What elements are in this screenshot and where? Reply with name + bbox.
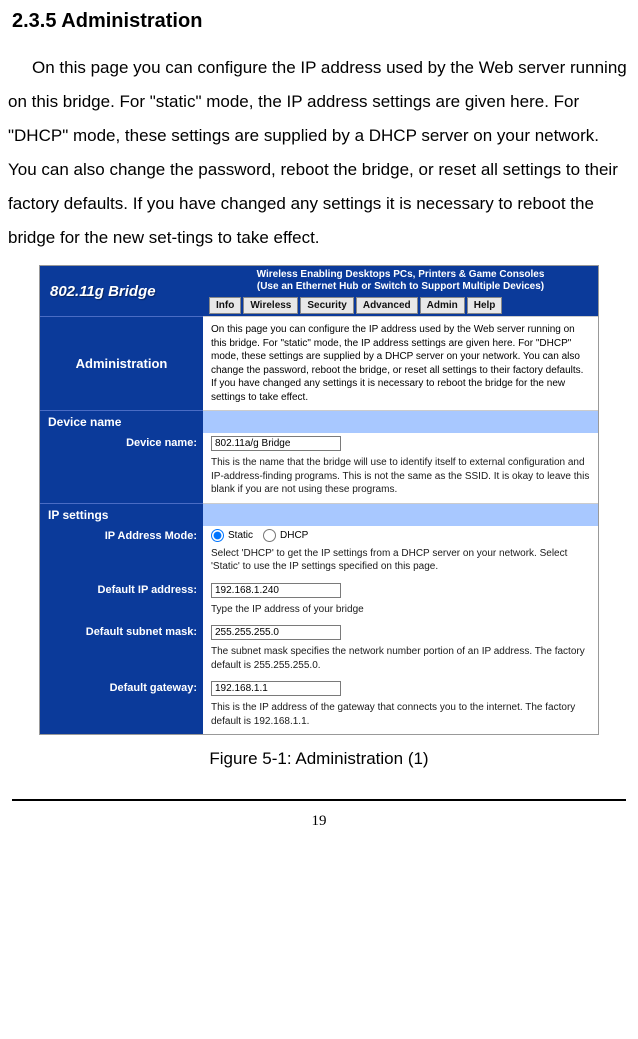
ip-mode-static-label: Static xyxy=(228,530,253,541)
subnet-help: The subnet mask specifies the network nu… xyxy=(203,643,598,678)
tab-info[interactable]: Info xyxy=(209,297,241,314)
ip-addr-label: Default IP address: xyxy=(40,580,203,601)
device-name-input[interactable] xyxy=(211,436,341,451)
tab-advanced[interactable]: Advanced xyxy=(356,297,418,314)
section-heading: 2.3.5 Administration xyxy=(12,10,626,33)
gateway-input[interactable] xyxy=(211,681,341,696)
ip-mode-static-radio[interactable] xyxy=(211,529,224,542)
device-name-help: This is the name that the bridge will us… xyxy=(203,454,598,503)
figure-screenshot: 802.11g Bridge Wireless Enabling Desktop… xyxy=(39,265,599,769)
group-device-name: Device name xyxy=(40,410,203,433)
footer-divider xyxy=(12,799,626,801)
page-title: Administration xyxy=(40,316,203,410)
gateway-label: Default gateway: xyxy=(40,678,203,699)
ip-mode-dhcp-label: DHCP xyxy=(280,530,308,541)
tab-security[interactable]: Security xyxy=(300,297,353,314)
tab-help[interactable]: Help xyxy=(467,297,503,314)
page-number: 19 xyxy=(0,813,638,830)
subnet-label: Default subnet mask: xyxy=(40,622,203,643)
ip-mode-help: Select 'DHCP' to get the IP settings fro… xyxy=(203,545,598,580)
figure-caption: Figure 5-1: Administration (1) xyxy=(39,749,599,769)
gateway-help: This is the IP address of the gateway th… xyxy=(203,699,598,734)
ip-mode-dhcp-radio[interactable] xyxy=(263,529,276,542)
tab-wireless[interactable]: Wireless xyxy=(243,297,298,314)
ip-addr-input[interactable] xyxy=(211,583,341,598)
device-name-label: Device name: xyxy=(40,433,203,454)
product-badge: 802.11g Bridge xyxy=(40,266,203,316)
page-description: On this page you can configure the IP ad… xyxy=(203,316,598,410)
subnet-input[interactable] xyxy=(211,625,341,640)
group-ip-settings: IP settings xyxy=(40,503,203,526)
ip-addr-help: Type the IP address of your bridge xyxy=(203,601,598,623)
section-paragraph: On this page you can configure the IP ad… xyxy=(8,51,630,255)
ip-mode-label: IP Address Mode: xyxy=(40,526,203,545)
tab-admin[interactable]: Admin xyxy=(420,297,465,314)
nav-tabs: Info Wireless Security Advanced Admin He… xyxy=(203,295,598,316)
banner-tagline: Wireless Enabling Desktops PCs, Printers… xyxy=(203,266,598,295)
